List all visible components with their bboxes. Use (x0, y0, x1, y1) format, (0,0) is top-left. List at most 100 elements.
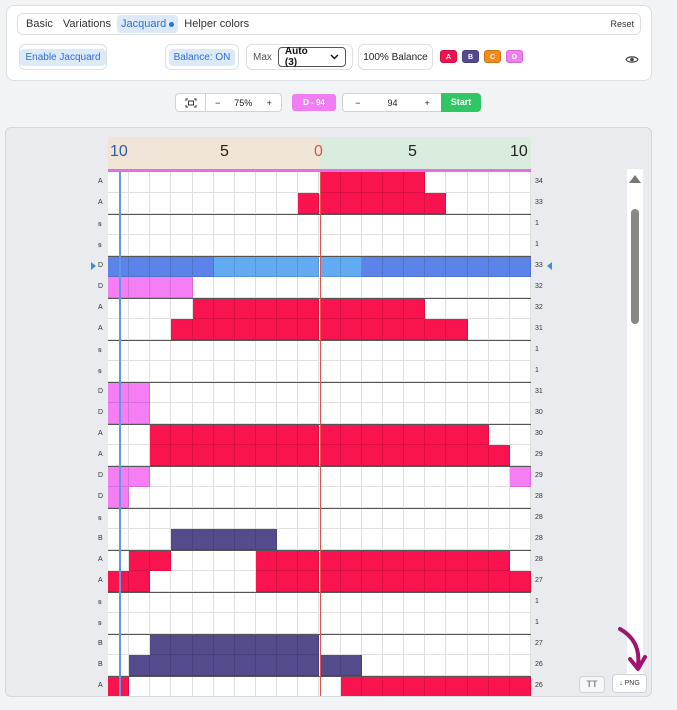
stitch-cell[interactable] (361, 319, 383, 340)
stitch-cell[interactable] (256, 361, 278, 382)
stitch-cell[interactable] (361, 298, 383, 319)
stitch-cell[interactable] (340, 319, 362, 340)
stitch-cell[interactable] (129, 634, 151, 655)
stitch-cell[interactable] (298, 613, 320, 634)
stitch-cell[interactable] (277, 361, 299, 382)
stitch-cell[interactable] (425, 571, 447, 592)
stitch-cell[interactable] (256, 277, 278, 298)
stitch-cell[interactable] (171, 466, 193, 487)
stitch-cell[interactable] (446, 466, 468, 487)
stitch-cell[interactable] (298, 508, 320, 529)
stitch-cell[interactable] (171, 571, 193, 592)
stitch-cell[interactable] (129, 445, 151, 466)
stitch-cell[interactable] (234, 571, 257, 592)
stitch-cell[interactable] (425, 172, 447, 193)
stitch-cell[interactable] (467, 550, 489, 571)
stitch-cell[interactable] (234, 214, 257, 235)
stitch-cell[interactable] (404, 676, 426, 696)
stitch-cell[interactable] (467, 235, 489, 256)
stitch-cell[interactable] (234, 235, 257, 256)
stitch-cell[interactable] (467, 592, 489, 613)
stitch-cell[interactable] (319, 592, 341, 613)
stitch-cell[interactable] (446, 256, 468, 277)
stitch-cell[interactable] (192, 382, 214, 403)
stitch-cell[interactable] (340, 361, 362, 382)
stitch-cell[interactable] (446, 214, 468, 235)
stitch-cell[interactable] (488, 298, 510, 319)
stitch-cell[interactable] (256, 571, 278, 592)
stitch-cell[interactable] (340, 403, 362, 424)
stitch-cell[interactable] (467, 214, 489, 235)
stitch-cell[interactable] (509, 193, 531, 214)
stitch-cell[interactable] (234, 424, 257, 445)
stitch-cell[interactable] (509, 298, 531, 319)
stitch-cell[interactable] (467, 508, 489, 529)
stitch-cell[interactable] (319, 361, 341, 382)
stitch-cell[interactable] (298, 466, 320, 487)
stitch-cell[interactable] (467, 256, 489, 277)
stitch-cell[interactable] (277, 214, 299, 235)
tab-basic[interactable]: Basic (22, 15, 57, 33)
stitch-cell[interactable] (213, 529, 235, 550)
stitch-cell[interactable] (509, 256, 531, 277)
stitch-cell[interactable] (298, 529, 320, 550)
stitch-cell[interactable] (425, 298, 447, 319)
stitch-cell[interactable] (340, 592, 362, 613)
stitch-cell[interactable] (277, 655, 299, 676)
stitch-cell[interactable] (488, 655, 510, 676)
stitch-cell[interactable] (361, 655, 383, 676)
stitch-cell[interactable] (446, 424, 468, 445)
text-size-button[interactable]: TT (579, 676, 605, 693)
stitch-cell[interactable] (234, 193, 257, 214)
stitch-cell[interactable] (129, 340, 151, 361)
stitch-cell[interactable] (446, 487, 468, 508)
stitch-cell[interactable] (488, 487, 510, 508)
stitch-cell[interactable] (361, 508, 383, 529)
stitch-cell[interactable] (361, 487, 383, 508)
stitch-cell[interactable] (298, 214, 320, 235)
stitch-cell[interactable] (298, 445, 320, 466)
stitch-cell[interactable] (509, 340, 531, 361)
stitch-cell[interactable] (192, 172, 214, 193)
stitch-cell[interactable] (404, 277, 426, 298)
stitch-cell[interactable] (382, 403, 405, 424)
stitch-cell[interactable] (192, 319, 214, 340)
tab-helper-colors[interactable]: Helper colors (180, 15, 253, 33)
stitch-cell[interactable] (404, 340, 426, 361)
stitch-cell[interactable] (234, 550, 257, 571)
stitch-cell[interactable] (404, 655, 426, 676)
stitch-cell[interactable] (404, 319, 426, 340)
stitch-cell[interactable] (425, 466, 447, 487)
stitch-cell[interactable] (509, 529, 531, 550)
stitch-cell[interactable] (192, 508, 214, 529)
stitch-cell[interactable] (192, 655, 214, 676)
stitch-cell[interactable] (361, 403, 383, 424)
stitch-cell[interactable] (192, 298, 214, 319)
stitch-cell[interactable] (277, 424, 299, 445)
stitch-cell[interactable] (404, 508, 426, 529)
stitch-cell[interactable] (256, 445, 278, 466)
stitch-cell[interactable] (340, 571, 362, 592)
stitch-cell[interactable] (319, 487, 341, 508)
stitch-cell[interactable] (361, 235, 383, 256)
stitch-cell[interactable] (234, 340, 257, 361)
stitch-cell[interactable] (319, 193, 341, 214)
stitch-cell[interactable] (361, 445, 383, 466)
stitch-cell[interactable] (382, 172, 405, 193)
stitch-cell[interactable] (361, 277, 383, 298)
stitch-cell[interactable] (234, 172, 257, 193)
stitch-cell[interactable] (298, 592, 320, 613)
stitch-cell[interactable] (213, 277, 235, 298)
stitch-cell[interactable] (509, 592, 531, 613)
stitch-cell[interactable] (129, 529, 151, 550)
stitch-cell[interactable] (467, 634, 489, 655)
stitch-cell[interactable] (129, 550, 151, 571)
stitch-cell[interactable] (277, 277, 299, 298)
stitch-cell[interactable] (467, 529, 489, 550)
stitch-cell[interactable] (150, 382, 172, 403)
scroll-up-icon[interactable] (629, 175, 641, 183)
stitch-cell[interactable] (361, 550, 383, 571)
stitch-cell[interactable] (488, 172, 510, 193)
stitch-cell[interactable] (404, 214, 426, 235)
stitch-cell[interactable] (150, 508, 172, 529)
